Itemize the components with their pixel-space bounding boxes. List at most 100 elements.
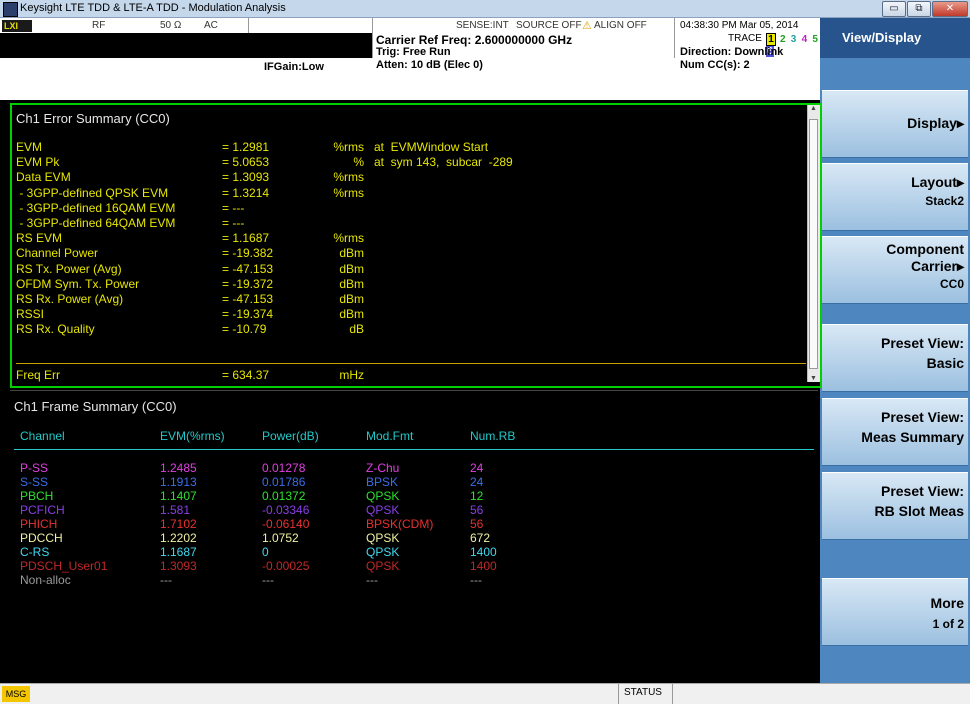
error-metric-value: = 1.2981	[222, 140, 270, 154]
trace-label: TRACE	[728, 33, 762, 44]
channel-name: P-SS	[20, 461, 49, 475]
error-metric-unit: dBm	[339, 276, 364, 291]
error-summary-title: Ch1 Error Summary (CC0)	[16, 111, 170, 126]
channel-power: 0.01278	[262, 461, 306, 475]
divider	[16, 363, 806, 364]
info-black-band	[0, 33, 372, 58]
trace-4: 4	[801, 34, 808, 45]
softkey-label: Preset View:	[880, 409, 964, 425]
channel-num-rb: 12	[470, 489, 484, 503]
error-metric-label: EVM Pk	[16, 155, 60, 170]
error-summary-scrollbar[interactable]: ▲ ▼	[807, 105, 820, 382]
error-metric-value: = ---	[222, 200, 245, 215]
align-status: ALIGN OFF	[594, 20, 647, 31]
channel-mod-format: QPSK	[366, 489, 400, 503]
channel-evm: 1.2485	[160, 461, 197, 475]
error-metric-note: at sym 143, subcar -289	[374, 155, 513, 170]
coupling-label: AC	[204, 20, 218, 31]
preset-view-meas-summary-softkey[interactable]: Preset View: Meas Summary	[822, 398, 968, 466]
channel-evm: 1.1407	[160, 489, 197, 503]
more-softkey[interactable]: More 1 of 2	[822, 578, 968, 646]
error-metric-label: EVM	[16, 140, 43, 154]
softkey-value: 1 of 2	[932, 617, 964, 631]
display-softkey[interactable]: Display▸	[822, 90, 968, 158]
channel-name: C-RS	[20, 545, 50, 559]
preset-view-basic-softkey[interactable]: Preset View: Basic	[822, 324, 968, 392]
channel-evm: 1.581	[160, 503, 191, 517]
channel-power: 0.01786	[262, 475, 306, 489]
error-metric-label: - 3GPP-defined 64QAM EVM	[16, 216, 176, 230]
channel-num-rb: ---	[470, 573, 482, 587]
layout-softkey[interactable]: Layout▸ Stack2	[822, 163, 968, 231]
trace-2: 2	[780, 34, 786, 45]
error-metric-label: Data EVM	[16, 170, 71, 185]
minimize-button[interactable]: ▭	[882, 1, 906, 17]
channel-name: Non-alloc	[20, 573, 71, 587]
scroll-thumb[interactable]	[809, 119, 818, 369]
error-metric-value: = 1.3214	[222, 185, 270, 200]
component-carrier-softkey[interactable]: Component Carrier▸ CC0	[822, 236, 968, 304]
channel-mod-format: QPSK	[366, 503, 400, 517]
error-metric-unit: %rms	[333, 185, 364, 200]
softkey-value: Basic	[926, 355, 964, 371]
error-metric-value: = ---	[222, 216, 245, 230]
error-metric-value: = -10.79	[222, 322, 267, 337]
direction-status: Direction: Downlink	[680, 46, 784, 58]
channel-num-rb: 24	[470, 461, 484, 475]
error-metric-unit: %rms	[333, 170, 364, 185]
channel-power: -0.00025	[262, 559, 310, 573]
preset-view-rb-slot-meas-softkey[interactable]: Preset View: RB Slot Meas	[822, 472, 968, 540]
column-header: Power(dB)	[262, 429, 319, 443]
error-metric-label: OFDM Sym. Tx. Power	[16, 276, 140, 291]
channel-evm: 1.2202	[160, 531, 197, 545]
app-icon	[3, 2, 18, 17]
rf-input-label: RF	[92, 20, 106, 31]
trigger-status: Trig: Free Run	[376, 46, 451, 58]
channel-name: PDCCH	[20, 531, 63, 545]
channel-evm: 1.1913	[160, 475, 197, 489]
channel-mod-format: Z-Chu	[366, 461, 400, 475]
message-indicator[interactable]: MSG	[2, 686, 30, 702]
error-metric-value: = -47.153	[222, 261, 274, 276]
channel-power: 0.01372	[262, 489, 306, 503]
error-metric-label: - 3GPP-defined 16QAM EVM	[16, 200, 176, 215]
num-cc-status: Num CC(s): 2	[680, 59, 750, 71]
channel-mod-format: BPSK(CDM)	[366, 517, 434, 531]
softkey-value: RB Slot Meas	[874, 503, 964, 519]
softkey-label: Layout▸	[911, 174, 964, 190]
status-label[interactable]: STATUS	[624, 687, 662, 698]
softkey-value: CC0	[939, 277, 964, 291]
maximize-button[interactable]: ⧉	[907, 1, 931, 17]
softkey-menu-title: View/Display	[820, 18, 970, 58]
error-metric-label: RS Rx. Quality	[16, 322, 95, 337]
error-metric-label: RS Tx. Power (Avg)	[16, 261, 122, 276]
channel-num-rb: 56	[470, 503, 484, 517]
frame-summary-window[interactable]: Ch1 Frame Summary (CC0) Channel EVM(%rms)…	[10, 390, 818, 678]
error-metric-value: = -19.382	[222, 246, 274, 261]
column-header: Channel	[20, 429, 65, 443]
softkey-label: Display▸	[907, 115, 964, 131]
error-metric-unit: dBm	[339, 261, 364, 276]
error-summary-window[interactable]: Ch1 Error Summary (CC0) EVM = 1.2981 %rms a…	[10, 103, 822, 388]
scroll-down-icon[interactable]: ▼	[810, 375, 817, 382]
source-status: SOURCE OFF	[516, 20, 582, 31]
if-gain-status: IFGain:Low	[264, 61, 324, 73]
error-metric-value: = 1.3093	[222, 170, 270, 185]
channel-name: S-SS	[20, 475, 49, 489]
channel-name: PBCH	[20, 489, 54, 503]
softkey-value: Stack2	[925, 194, 964, 208]
error-metric-label: - 3GPP-defined QPSK EVM	[16, 185, 169, 200]
softkey-label: Preset View:	[880, 483, 964, 499]
error-metric-value: = 5.0653	[222, 155, 270, 170]
scroll-up-icon[interactable]: ▲	[810, 105, 817, 112]
softkey-label: Preset View:	[880, 335, 964, 351]
error-metric-note: at EVMWindow Start	[374, 140, 489, 154]
softkey-label-2: Carrier▸	[911, 258, 964, 274]
channel-num-rb: 24	[470, 475, 484, 489]
channel-mod-format: ---	[366, 573, 378, 587]
error-metric-value: = -47.153	[222, 292, 274, 306]
channel-power: 1.0752	[262, 531, 299, 545]
close-button[interactable]: ✕	[932, 1, 968, 17]
softkey-panel: View/Display Display▸ Layout▸ Stack2 Com…	[820, 18, 970, 683]
error-metric-value: = 1.1687	[222, 231, 270, 246]
